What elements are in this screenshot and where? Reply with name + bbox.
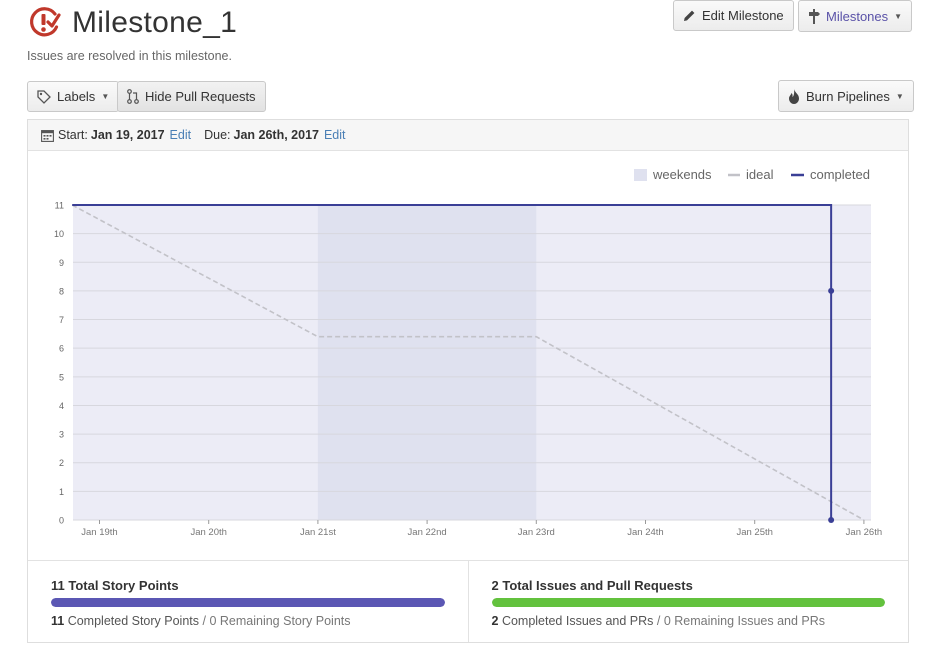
issues-completed-count: 2 [491, 614, 499, 628]
x-tick-label: Jan 19th [81, 527, 117, 538]
edit-milestone-button[interactable]: Edit Milestone [673, 0, 794, 31]
pencil-icon [683, 9, 696, 22]
y-tick-label: 10 [54, 229, 64, 239]
x-tick-label: Jan 22nd [408, 527, 447, 538]
pull-request-icon [127, 89, 139, 104]
issues-completed-text: Completed Issues and PRs [501, 614, 654, 628]
y-tick-label: 3 [59, 430, 64, 440]
issues-progress-bar [491, 598, 885, 607]
page-title: Milestone_1 [72, 6, 238, 39]
story-points-stat: 11 Total Story Points 11 Completed Story… [28, 561, 468, 642]
hide-pull-requests-label: Hide Pull Requests [145, 89, 256, 104]
legend-weekends-swatch [634, 169, 647, 181]
story-points-progress-fill [51, 598, 445, 607]
due-date: Jan 26th, 2017 [233, 128, 319, 142]
story-points-remaining-text: 0 Remaining Story Points [209, 614, 351, 628]
completed-point [828, 517, 835, 523]
issues-remaining-text: 0 Remaining Issues and PRs [663, 614, 826, 628]
labels-dropdown[interactable]: Labels ▼ [27, 81, 120, 112]
story-points-completed-count: 11 [51, 614, 65, 628]
y-tick-label: 6 [59, 344, 64, 354]
edit-milestone-label: Edit Milestone [702, 8, 784, 23]
y-tick-label: 8 [59, 286, 64, 296]
flame-icon [788, 88, 800, 104]
tag-icon [37, 89, 51, 104]
y-tick-label: 2 [59, 458, 64, 468]
chevron-down-icon: ▼ [101, 92, 110, 101]
signpost-icon [808, 8, 820, 24]
calendar-icon [41, 129, 54, 142]
labels-label: Labels [57, 89, 96, 104]
y-tick-label: 11 [55, 201, 64, 211]
story-points-completed-text: Completed Story Points [67, 614, 200, 628]
hide-pull-requests-button[interactable]: Hide Pull Requests [117, 81, 266, 112]
legend-weekends-label: weekends [652, 167, 712, 182]
milestone-icon [30, 7, 61, 37]
y-tick-label: 1 [59, 487, 64, 497]
story-points-summary: 11 Completed Story Points / 0 Remaining … [51, 614, 351, 628]
edit-start-link[interactable]: Edit [170, 128, 192, 142]
milestone-stats: 11 Total Story Points 11 Completed Story… [28, 560, 908, 642]
x-tick-label: Jan 20th [190, 527, 226, 538]
burndown-panel: Start: Jan 19, 2017 Edit Due: Jan 26th, … [27, 119, 909, 643]
milestone-description: Issues are resolved in this milestone. [27, 49, 232, 63]
y-tick-label: 0 [59, 516, 64, 526]
story-points-progress-bar [51, 598, 445, 607]
x-tick-label: Jan 25th [736, 527, 772, 538]
edit-due-link[interactable]: Edit [324, 128, 346, 142]
burn-pipelines-label: Burn Pipelines [806, 88, 890, 104]
chevron-down-icon: ▼ [894, 11, 903, 21]
due-label: Due: [204, 128, 231, 142]
x-tick-label: Jan 26th [846, 527, 882, 538]
milestone-dates: Start: Jan 19, 2017 Edit Due: Jan 26th, … [28, 120, 908, 151]
issues-summary: 2 Completed Issues and PRs / 0 Remaining… [491, 614, 826, 628]
burndown-chart: 0 1 2 3 4 5 6 7 8 9 10 11 Jan 19th Jan 20th Jan 21st Ja… [54, 167, 882, 538]
legend-completed-label: completed [810, 167, 870, 182]
story-points-title: 11 Total Story Points [51, 578, 179, 593]
milestones-label: Milestones [826, 8, 889, 24]
x-tick-label: Jan 24th [627, 527, 663, 538]
chevron-down-icon: ▼ [895, 91, 904, 101]
start-date: Jan 19, 2017 [90, 128, 165, 142]
y-tick-label: 4 [59, 401, 64, 411]
milestones-dropdown[interactable]: Milestones ▼ [798, 0, 913, 32]
x-tick-label: Jan 23rd [518, 527, 555, 538]
start-label: Start: [58, 128, 88, 142]
milestone-header: Milestone_1 [28, 6, 237, 40]
issues-progress-fill [491, 598, 885, 607]
legend-ideal-label: ideal [746, 167, 774, 182]
y-tick-label: 7 [59, 315, 64, 325]
x-tick-label: Jan 21st [300, 527, 336, 538]
issues-stat: 2 Total Issues and Pull Requests 2 Compl… [467, 561, 909, 642]
y-tick-label: 5 [59, 372, 64, 382]
issues-title: 2 Total Issues and Pull Requests [491, 578, 693, 593]
burn-pipelines-dropdown[interactable]: Burn Pipelines ▼ [778, 80, 914, 112]
weekend-band [317, 205, 537, 520]
y-tick-label: 9 [59, 258, 64, 268]
completed-point [828, 287, 835, 294]
